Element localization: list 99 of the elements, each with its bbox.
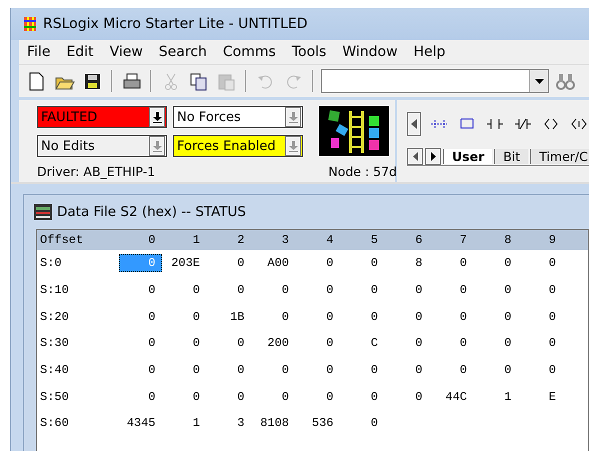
table-cell[interactable]: 0	[117, 334, 162, 352]
table-cell[interactable]: 0	[117, 281, 162, 300]
table-cell[interactable]: 0	[250, 308, 295, 326]
column-header: 2	[236, 232, 246, 249]
table-cell[interactable]: 200	[250, 334, 295, 352]
column-header: 8	[503, 232, 512, 249]
table-cell[interactable]: 0	[473, 361, 518, 380]
driver-label: Driver: AB_ETHIP-1	[37, 164, 156, 181]
table-cell[interactable]: 0	[518, 308, 562, 326]
table-cell[interactable]: 0	[428, 308, 473, 326]
table-cell[interactable]: 0	[518, 281, 562, 300]
table-cell[interactable]: 536	[295, 414, 340, 432]
palette-tab[interactable]: Timer/C	[530, 149, 589, 164]
table-cell[interactable]: 0	[473, 254, 518, 272]
row-offset: S:40	[39, 362, 70, 380]
row-offset: S:60	[39, 415, 70, 432]
table-cell[interactable]: 0	[295, 308, 340, 326]
table-cell[interactable]: 0	[250, 388, 295, 406]
table-cell[interactable]: 0	[340, 308, 384, 326]
table-cell[interactable]: 0	[340, 414, 384, 432]
table-cell[interactable]: 8	[384, 254, 428, 272]
palette-tab[interactable]: User	[443, 149, 492, 164]
table-cell[interactable]: 0	[384, 388, 428, 406]
table-cell[interactable]: 0	[295, 281, 340, 300]
table-cell[interactable]: 3	[206, 414, 250, 432]
row-offset: S:10	[39, 282, 70, 300]
table-cell[interactable]: 0	[384, 281, 428, 300]
table-cell[interactable]: 0	[384, 361, 428, 380]
table-cell[interactable]: 1B	[206, 308, 250, 326]
row-offset: S:20	[39, 308, 70, 326]
table-cell[interactable]: 0	[340, 388, 384, 406]
table-cell[interactable]: 0	[250, 361, 295, 380]
palette-tab[interactable]: Bit	[494, 149, 528, 164]
window-title: Data File S2 (hex) -- STATUS	[57, 204, 246, 220]
table-cell[interactable]: 0	[340, 361, 384, 380]
table-cell[interactable]: 0	[162, 388, 206, 406]
table-cell[interactable]: 4345	[117, 414, 162, 432]
menu-item[interactable]: File	[19, 44, 58, 60]
column-header: 3	[280, 232, 290, 249]
menu-item[interactable]: Window	[334, 44, 406, 60]
table-cell[interactable]: 0	[518, 361, 562, 380]
table-cell[interactable]: 0	[428, 281, 473, 300]
column-header: 5	[370, 232, 379, 249]
table-cell[interactable]: 1	[162, 414, 206, 432]
table-cell[interactable]: 8108	[250, 414, 295, 432]
table-cell[interactable]: 0	[162, 281, 206, 300]
column-header: 0	[147, 232, 156, 249]
table-cell[interactable]: 0	[473, 334, 518, 352]
table-cell[interactable]: 0	[518, 334, 562, 352]
table-cell[interactable]: 0	[206, 361, 250, 380]
window-title: RSLogix Micro Starter Lite - UNTITLED	[43, 16, 308, 32]
menu-item[interactable]: Help	[406, 44, 454, 60]
table-cell[interactable]: E	[518, 388, 562, 406]
table-cell[interactable]: 0	[206, 388, 250, 406]
table-cell[interactable]: 0	[428, 334, 473, 352]
table-cell[interactable]: 0	[117, 388, 162, 406]
table-cell[interactable]: 0	[473, 308, 518, 326]
table-cell[interactable]: 44C	[428, 388, 473, 406]
table-cell[interactable]: 0	[250, 281, 295, 300]
menu-item[interactable]: Comms	[214, 44, 284, 60]
table-cell[interactable]: 0	[162, 361, 206, 380]
table-cell[interactable]: 0	[295, 334, 340, 352]
table-cell[interactable]: 0	[384, 308, 428, 326]
table-cell[interactable]: 203E	[162, 254, 206, 272]
table-cell[interactable]: C	[340, 334, 384, 352]
menu-item[interactable]: Edit	[58, 44, 102, 60]
table-cell[interactable]: 0	[117, 361, 162, 380]
column-header: 4	[325, 232, 334, 249]
node-label: Node : 57d	[327, 164, 397, 181]
table-cell[interactable]: 0	[206, 334, 250, 352]
column-header: 7	[458, 232, 468, 249]
row-offset: S:50	[39, 388, 70, 406]
column-header: 9	[548, 232, 557, 249]
table-cell[interactable]: 0	[206, 254, 250, 272]
table-cell[interactable]: 0	[206, 281, 250, 300]
table-cell[interactable]: 0	[518, 254, 562, 272]
table-cell[interactable]: 0	[295, 388, 340, 406]
table-cell[interactable]: 0	[384, 334, 428, 352]
status-dropdown[interactable]: FAULTED	[37, 106, 167, 128]
table-cell[interactable]: 1	[473, 388, 518, 406]
table-cell[interactable]: 0	[428, 361, 473, 380]
table-cell[interactable]: 0	[117, 308, 162, 326]
column-header: 1	[192, 232, 201, 249]
row-offset: S:0	[39, 255, 63, 272]
table-cell[interactable]: 0	[340, 254, 384, 272]
menu-item[interactable]: Search	[150, 44, 215, 60]
table-cell[interactable]: 0	[473, 281, 518, 300]
table-cell[interactable]: 0	[162, 334, 206, 352]
row-offset: S:30	[39, 335, 70, 352]
column-header: Offset	[39, 232, 84, 249]
table-cell[interactable]: 0	[295, 254, 340, 272]
menu-item[interactable]: Tools	[284, 44, 334, 60]
table-cell[interactable]: A00	[250, 254, 295, 272]
table-cell[interactable]: 0	[428, 254, 473, 272]
column-header: 6	[414, 232, 424, 249]
table-cell[interactable]: 0	[295, 361, 340, 380]
table-cell[interactable]: 0	[162, 308, 206, 326]
table-cell[interactable]: 0	[340, 281, 384, 300]
menu-item[interactable]: View	[102, 44, 151, 60]
